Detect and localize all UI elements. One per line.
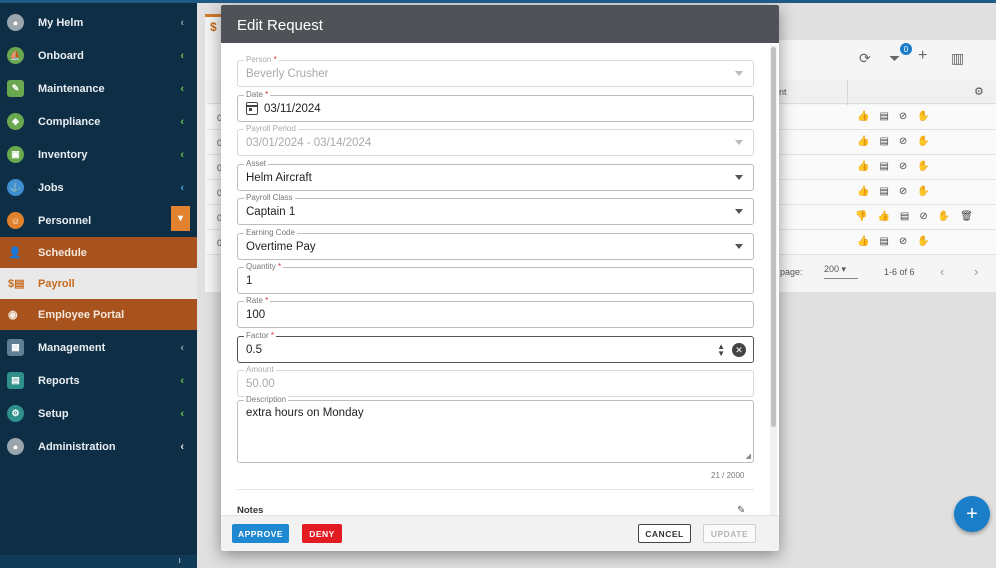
divider xyxy=(237,489,754,490)
character-counter: 21 / 2000 xyxy=(711,471,745,480)
dropdown-arrow-icon xyxy=(735,209,743,214)
quantity-field[interactable]: Quantity * 1 xyxy=(237,262,754,294)
resize-handle-icon[interactable]: ◢ xyxy=(746,452,751,460)
description-textarea[interactable]: Description extra hours on Monday ◢ xyxy=(237,395,754,463)
payroll-period-select[interactable]: Payroll Period 03/01/2024 - 03/14/2024 xyxy=(237,124,754,156)
top-accent-bar xyxy=(0,0,996,3)
amount-field: Amount 50.00 xyxy=(237,365,754,397)
deny-button[interactable]: DENY xyxy=(302,524,342,543)
person-select[interactable]: Person * Beverly Crusher xyxy=(237,55,754,87)
scrollbar-thumb[interactable] xyxy=(771,47,776,427)
edit-request-dialog: Edit Request Person * Beverly Crusher Da… xyxy=(221,5,779,551)
factor-field[interactable]: Factor * 0.5 ▲ ▼ ✕ xyxy=(237,331,754,363)
approve-button[interactable]: APPROVE xyxy=(232,524,289,543)
earning-code-select[interactable]: Earning Code Overtime Pay xyxy=(237,228,754,260)
clear-icon[interactable]: ✕ xyxy=(732,343,746,357)
dropdown-arrow-icon xyxy=(735,175,743,180)
asset-select[interactable]: Asset Helm Aircraft xyxy=(237,159,754,191)
rate-field[interactable]: Rate * 100 xyxy=(237,296,754,328)
dropdown-arrow-icon xyxy=(735,244,743,249)
dialog-scrollbar[interactable] xyxy=(770,45,777,515)
pencil-icon[interactable]: ✎ xyxy=(737,505,745,515)
cancel-button[interactable]: CANCEL xyxy=(638,524,691,543)
date-field[interactable]: Date * 03/11/2024 xyxy=(237,90,754,122)
dropdown-arrow-icon xyxy=(735,140,743,145)
dropdown-arrow-icon xyxy=(735,71,743,76)
dialog-body: Person * Beverly Crusher Date * 03/11/20… xyxy=(221,43,779,515)
calendar-icon[interactable] xyxy=(246,102,258,115)
dialog-footer: APPROVE DENY CANCEL UPDATE xyxy=(221,515,779,551)
payroll-class-select[interactable]: Payroll Class Captain 1 xyxy=(237,193,754,225)
dialog-title: Edit Request xyxy=(221,5,779,43)
number-spinner-icon[interactable]: ▲ ▼ xyxy=(717,343,725,358)
notes-label: Notes xyxy=(237,505,264,515)
update-button[interactable]: UPDATE xyxy=(703,524,756,543)
